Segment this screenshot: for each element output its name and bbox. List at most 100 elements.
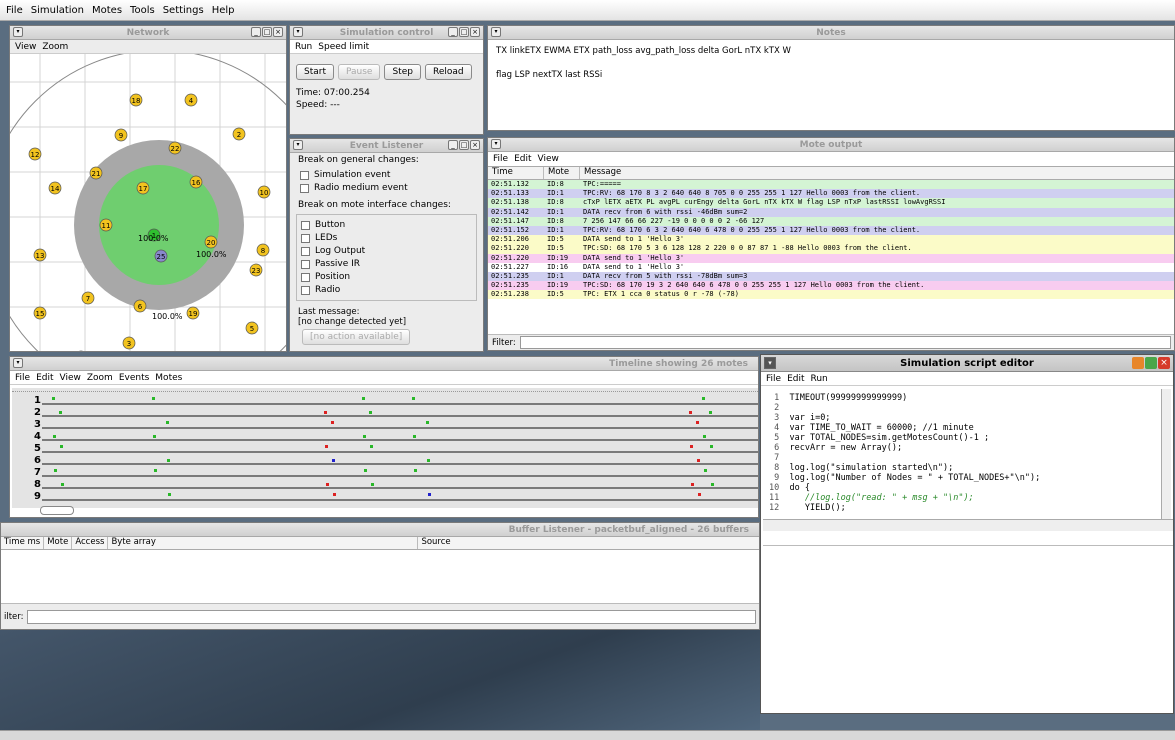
timeline-row[interactable]: 3 — [12, 419, 758, 432]
tl-menu-events[interactable]: Events — [119, 373, 149, 383]
mote-20[interactable]: 20 — [204, 235, 218, 249]
mote-23[interactable]: 23 — [249, 263, 263, 277]
buffer-titlebar[interactable]: Buffer Listener - packetbuf_aligned - 26… — [1, 523, 759, 537]
checkbox-icon[interactable] — [301, 220, 310, 230]
mote-14[interactable]: 14 — [48, 181, 62, 195]
code-line[interactable]: 4 var TIME_TO_WAIT = 60000; //1 minute — [769, 423, 1163, 433]
log-row[interactable]: 02:51.227 ID:16 DATA send to 1 'Hello 3' — [488, 262, 1174, 272]
no-action-button[interactable]: [no action available] — [302, 329, 411, 345]
menu-simulation[interactable]: Simulation — [31, 5, 84, 16]
window-menu-icon[interactable]: ▾ — [293, 27, 303, 37]
mote-15[interactable]: 15 — [33, 306, 47, 320]
filter-input[interactable] — [519, 336, 1171, 349]
maximize-icon[interactable] — [1145, 357, 1157, 369]
checkbox-radio-medium[interactable]: Radio medium event — [300, 183, 483, 193]
code-line[interactable]: 10 do { — [769, 483, 1163, 493]
timeline-row[interactable]: 6 — [12, 455, 758, 468]
checkbox-passive-ir[interactable]: Passive IR — [301, 259, 476, 269]
simcontrol-menu-run[interactable]: Run — [295, 42, 312, 52]
mote-21[interactable]: 21 — [89, 166, 103, 180]
reload-button[interactable]: Reload — [424, 64, 472, 80]
mote-25[interactable]: 25 — [154, 249, 168, 263]
script-hscrollbar[interactable] — [763, 519, 1173, 531]
checkbox-icon[interactable] — [301, 246, 310, 256]
moteout-menu-edit[interactable]: Edit — [514, 154, 531, 164]
moteout-titlebar[interactable]: ▾ Mote output — [488, 138, 1174, 152]
script-code-area[interactable]: 1 TIMEOUT(99999999999999) 2 3 var i=0; 4… — [763, 389, 1163, 519]
script-titlebar[interactable]: ▾ Simulation script editor × — [761, 355, 1173, 372]
minimize-icon[interactable]: _ — [448, 27, 458, 37]
col-time-ms[interactable]: Time ms — [1, 537, 45, 549]
log-row[interactable]: 02:51.220 ID:5 TPC:SD: 68 170 5 3 6 128 12… — [488, 244, 1174, 254]
timeline-canvas[interactable]: 123456789 — [12, 388, 758, 508]
close-icon[interactable]: × — [470, 27, 480, 37]
code-line[interactable]: 3 var i=0; — [769, 413, 1163, 423]
timeline-row[interactable]: 8 — [12, 479, 758, 492]
moteout-menu-file[interactable]: File — [493, 154, 508, 164]
event-titlebar[interactable]: ▾ Event Listener _ □ × — [290, 139, 483, 153]
mote-22[interactable]: 22 — [168, 141, 182, 155]
timeline-row[interactable]: 2 — [12, 407, 758, 420]
tl-menu-motes[interactable]: Motes — [155, 373, 182, 383]
maximize-icon[interactable]: □ — [459, 27, 469, 37]
tl-menu-edit[interactable]: Edit — [36, 373, 53, 383]
tl-menu-view[interactable]: View — [60, 373, 81, 383]
script-vscrollbar[interactable] — [1161, 389, 1171, 519]
minimize-icon[interactable]: _ — [251, 27, 261, 37]
checkbox-leds[interactable]: LEDs — [301, 233, 476, 243]
mote-5[interactable]: 5 — [245, 321, 259, 335]
checkbox-icon[interactable] — [301, 233, 310, 243]
window-menu-icon[interactable]: ▾ — [764, 357, 776, 369]
checkbox-simulation-event[interactable]: Simulation event — [300, 170, 483, 180]
window-menu-icon[interactable]: ▾ — [491, 139, 501, 149]
step-button[interactable]: Step — [384, 64, 421, 80]
menu-settings[interactable]: Settings — [163, 5, 204, 16]
col-message[interactable]: Message — [580, 167, 621, 179]
col-time[interactable]: Time — [488, 167, 544, 179]
script-menu-edit[interactable]: Edit — [787, 374, 804, 384]
checkbox-icon[interactable] — [301, 272, 310, 282]
timeline-row[interactable]: 9 — [12, 491, 758, 504]
log-row[interactable]: 02:51.152 ID:1 TPC:RV: 68 170 6 3 2 640 64… — [488, 225, 1174, 236]
col-mote[interactable]: Mote — [544, 167, 580, 179]
checkbox-icon[interactable] — [300, 183, 309, 193]
start-button[interactable]: Start — [296, 64, 334, 80]
timeline-scrollbar[interactable] — [40, 506, 74, 515]
network-titlebar[interactable]: ▾ Network _ □ × — [10, 26, 286, 40]
code-line[interactable]: 9 log.log("Number of Nodes = " + TOTAL_N… — [769, 473, 1163, 483]
log-row[interactable]: 02:51.142 ID:1 DATA recv from 6 with rssi … — [488, 207, 1174, 217]
timeline-row[interactable]: 5 — [12, 443, 758, 456]
simcontrol-menu-speed[interactable]: Speed limit — [318, 42, 369, 52]
code-line[interactable]: 8 log.log("simulation started\n"); — [769, 463, 1163, 473]
log-row[interactable]: 02:51.220 ID:19 DATA send to 1 'Hello 3' — [488, 253, 1174, 263]
col-access[interactable]: Access — [72, 537, 109, 549]
timeline-row[interactable]: 4 — [12, 431, 758, 444]
simcontrol-titlebar[interactable]: ▾ Simulation control _ □ × — [290, 26, 483, 40]
network-menu-zoom[interactable]: Zoom — [42, 42, 68, 52]
col-source[interactable]: Source — [418, 537, 453, 549]
checkbox-icon[interactable] — [300, 170, 309, 180]
log-row[interactable]: 02:51.238 ID:5 TPC: ETX 1 cca 0 status 0 r… — [488, 290, 1174, 300]
mote-10[interactable]: 10 — [257, 185, 271, 199]
code-line[interactable]: 7 — [769, 453, 1163, 463]
mote-3[interactable]: 3 — [122, 336, 136, 350]
code-line[interactable]: 2 — [769, 403, 1163, 413]
mote-9[interactable]: 9 — [114, 128, 128, 142]
notes-titlebar[interactable]: ▾ Notes — [488, 26, 1174, 40]
mote-13[interactable]: 13 — [33, 248, 47, 262]
script-menu-run[interactable]: Run — [811, 374, 828, 384]
close-icon[interactable]: × — [273, 27, 283, 37]
timeline-titlebar[interactable]: ▾ Timeline showing 26 motes — [10, 357, 758, 371]
mote-7[interactable]: 7 — [81, 291, 95, 305]
log-row[interactable]: 02:51.206 ID:5 DATA send to 1 'Hello 3' — [488, 235, 1174, 245]
window-menu-icon[interactable]: ▾ — [293, 140, 303, 150]
checkbox-position[interactable]: Position — [301, 272, 476, 282]
notes-line-1[interactable]: TX linkETX EWMA ETX path_loss avg_path_l… — [488, 40, 1174, 62]
log-row[interactable]: 02:51.138 ID:8 cTxP lETX aETX PL avgPL cur… — [488, 198, 1174, 208]
menu-tools[interactable]: Tools — [130, 5, 155, 16]
close-icon[interactable]: × — [1158, 357, 1170, 369]
mote-12[interactable]: 12 — [28, 147, 42, 161]
script-output-area[interactable] — [763, 545, 1173, 710]
script-menu-file[interactable]: File — [766, 374, 781, 384]
network-canvas[interactable]: 1849222122114171610111201325823761519532… — [10, 54, 286, 351]
